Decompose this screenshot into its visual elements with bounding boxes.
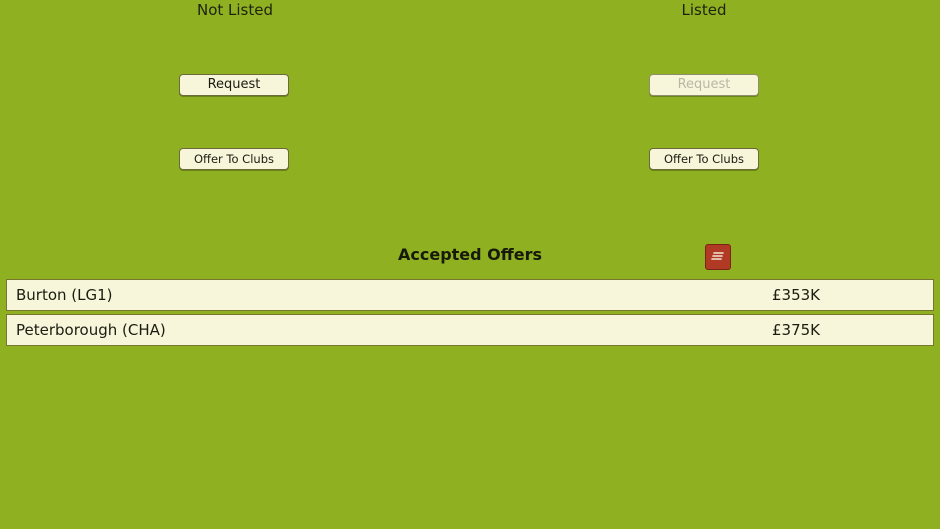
accepted-offers-heading: Accepted Offers: [397, 245, 542, 264]
listed-heading: Listed: [681, 1, 727, 19]
offer-club: Burton (LG1): [16, 286, 113, 304]
offer-row[interactable]: Burton (LG1) £353K: [6, 279, 934, 311]
offer-club: Peterborough (CHA): [16, 321, 166, 339]
offer-fee: £353K: [772, 286, 821, 304]
request-button-listed[interactable]: Request: [649, 74, 759, 96]
notes-button[interactable]: [705, 244, 731, 270]
offer-row[interactable]: Peterborough (CHA) £375K: [6, 314, 934, 346]
not-listed-heading: Not Listed: [196, 1, 274, 19]
request-button-not-listed[interactable]: Request: [179, 74, 289, 96]
notes-icon: [711, 252, 724, 260]
offer-to-clubs-button-listed[interactable]: Offer To Clubs: [649, 148, 759, 170]
offer-fee: £375K: [772, 321, 821, 339]
offer-to-clubs-button-not-listed[interactable]: Offer To Clubs: [179, 148, 289, 170]
accepted-offers-list: Burton (LG1) £353K Peterborough (CHA) £3…: [6, 279, 934, 349]
